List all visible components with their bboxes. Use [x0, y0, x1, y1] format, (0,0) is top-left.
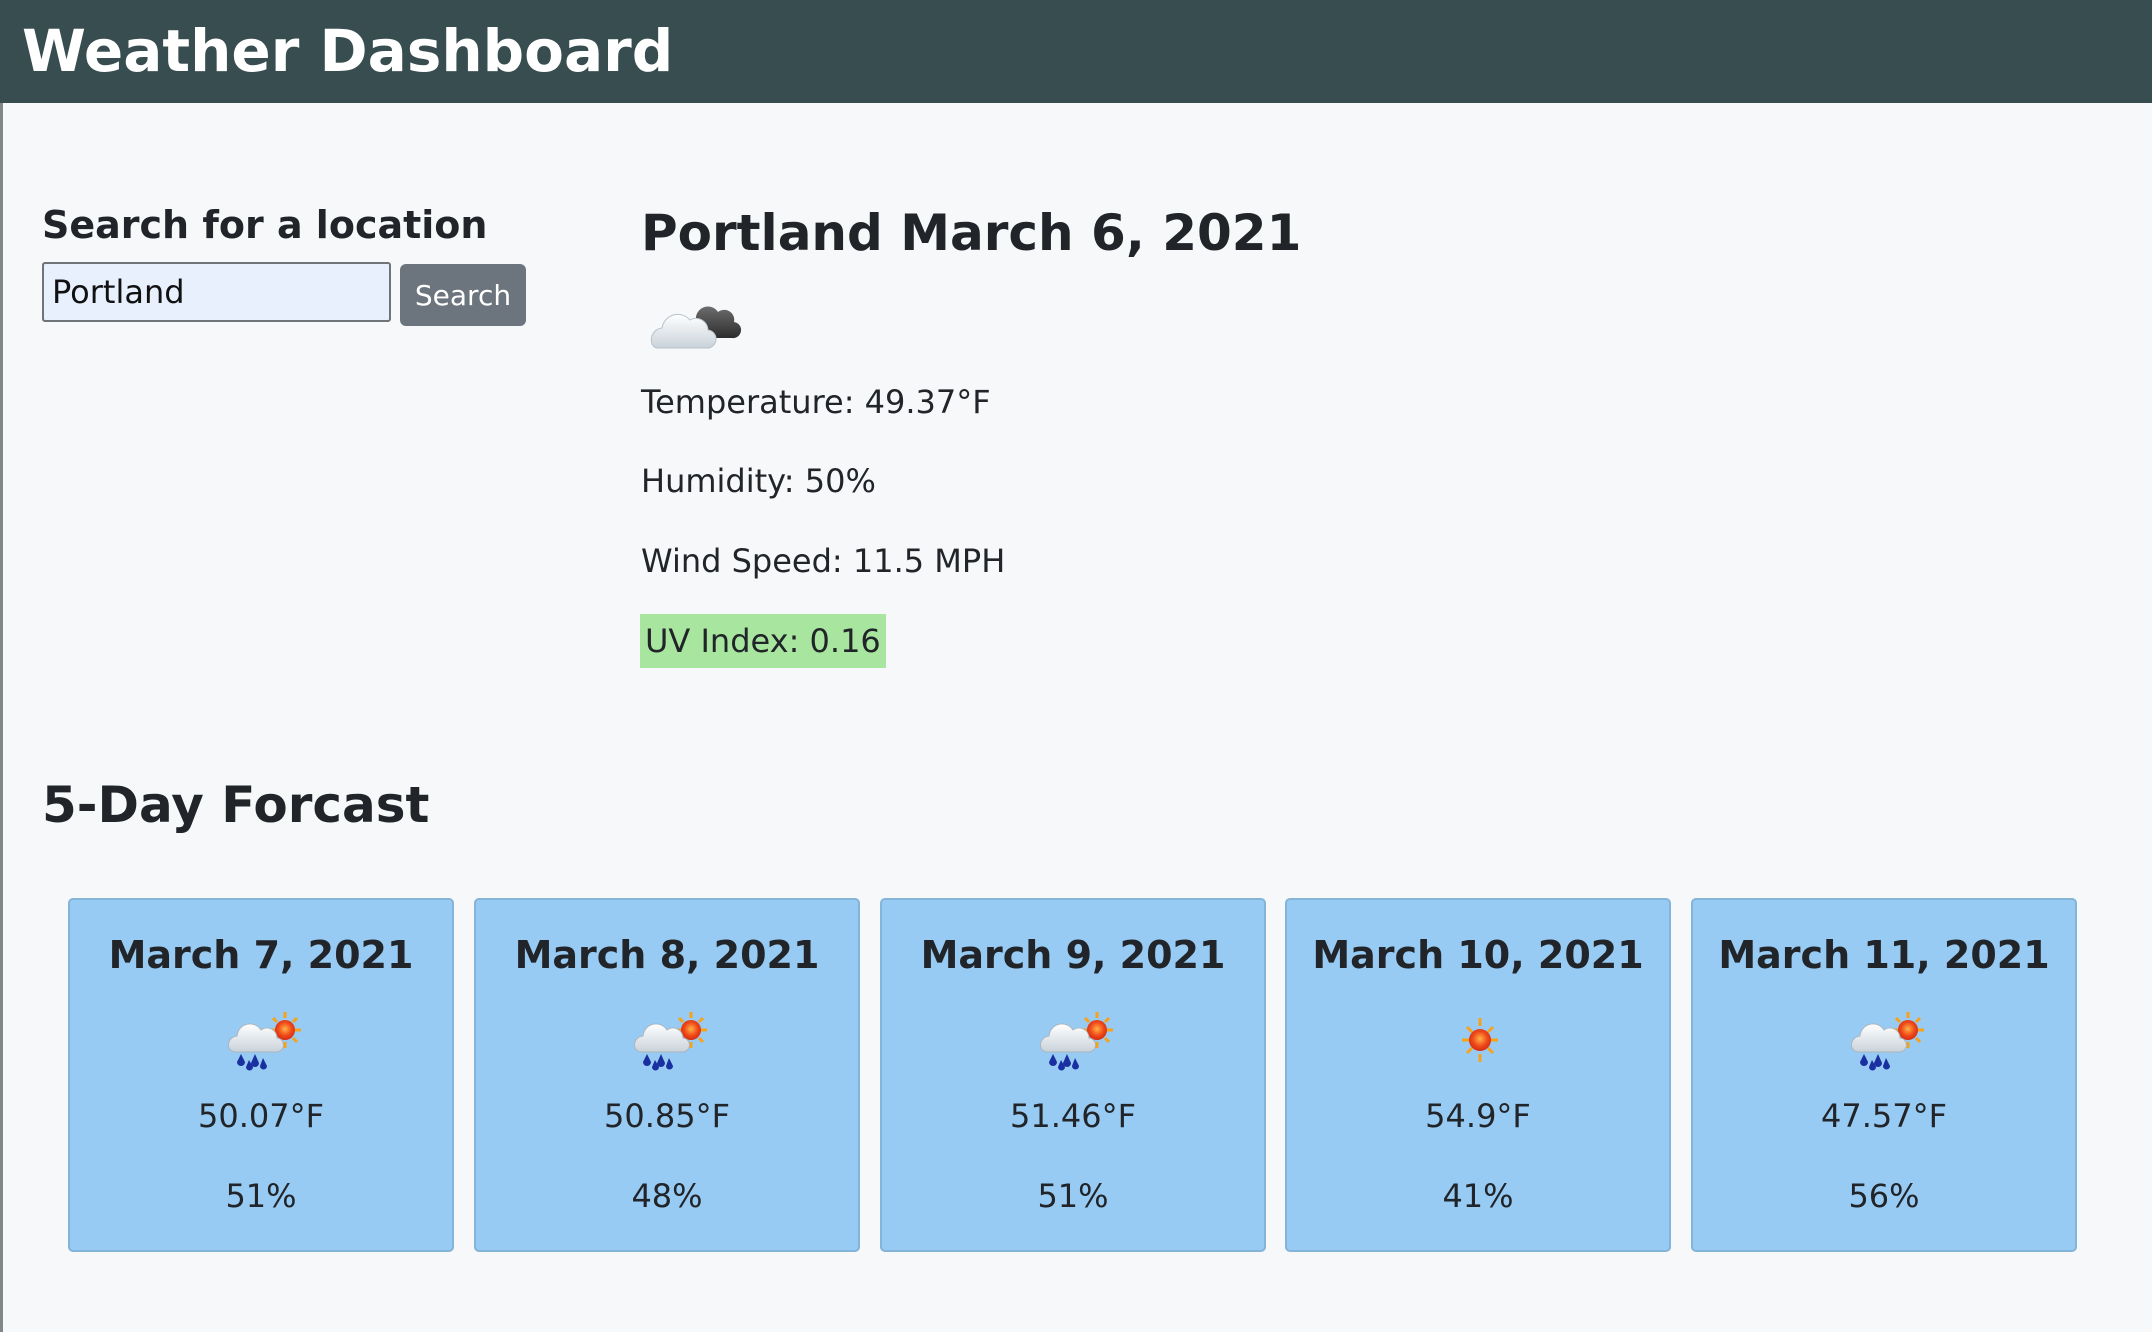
rain-sun-icon	[1040, 1012, 1113, 1071]
search-button[interactable]: Search	[400, 264, 526, 326]
current-city-date: Portland March 6, 2021	[641, 204, 1302, 262]
sun-icon	[1462, 1018, 1498, 1062]
current-wind-speed: Wind Speed: 11.5 MPH	[641, 542, 1006, 580]
forecast-date: March 11, 2021	[1718, 933, 2050, 977]
forecast-temperature: 50.85°F	[603, 1097, 730, 1135]
window-edge	[0, 103, 3, 1332]
forecast-cards: March 7, 2021 50.07°F 51% March 8, 2021	[68, 898, 2078, 1252]
forecast-date: March 10, 2021	[1312, 933, 1644, 977]
rain-sun-icon	[1851, 1012, 1924, 1071]
app-title: Weather Dashboard	[22, 17, 674, 85]
forecast-card: March 9, 2021 51.46°F 51%	[880, 898, 1266, 1252]
rain-sun-icon	[634, 1012, 707, 1071]
forecast-temperature: 51.46°F	[1009, 1097, 1136, 1135]
search-label: Search for a location	[42, 203, 488, 247]
forecast-temperature: 47.57°F	[1820, 1097, 1947, 1135]
forecast-humidity: 51%	[225, 1177, 297, 1215]
uv-index-badge: UV Index: 0.16	[640, 614, 886, 668]
rain-sun-icon	[228, 1012, 301, 1071]
forecast-card: March 8, 2021 50.85°F 48%	[474, 898, 860, 1252]
forecast-title: 5-Day Forcast	[42, 776, 430, 834]
forecast-temperature: 50.07°F	[197, 1097, 324, 1135]
header-bar: Weather Dashboard	[0, 0, 2152, 103]
forecast-humidity: 41%	[1442, 1177, 1514, 1215]
forecast-card: March 10, 2021 54.9°F 41%	[1285, 898, 1671, 1252]
search-input[interactable]	[42, 262, 391, 322]
forecast-humidity: 48%	[631, 1177, 703, 1215]
forecast-humidity: 56%	[1848, 1177, 1920, 1215]
forecast-card: March 7, 2021 50.07°F 51%	[68, 898, 454, 1252]
forecast-humidity: 51%	[1037, 1177, 1109, 1215]
forecast-date: March 9, 2021	[920, 933, 1226, 977]
current-temperature: Temperature: 49.37°F	[641, 383, 991, 421]
cloudy-icon	[650, 306, 742, 349]
forecast-date: March 7, 2021	[108, 933, 414, 977]
current-humidity: Humidity: 50%	[641, 462, 876, 500]
forecast-card: March 11, 2021 47.57°F 56%	[1691, 898, 2077, 1252]
forecast-temperature: 54.9°F	[1425, 1097, 1531, 1135]
forecast-date: March 8, 2021	[514, 933, 820, 977]
